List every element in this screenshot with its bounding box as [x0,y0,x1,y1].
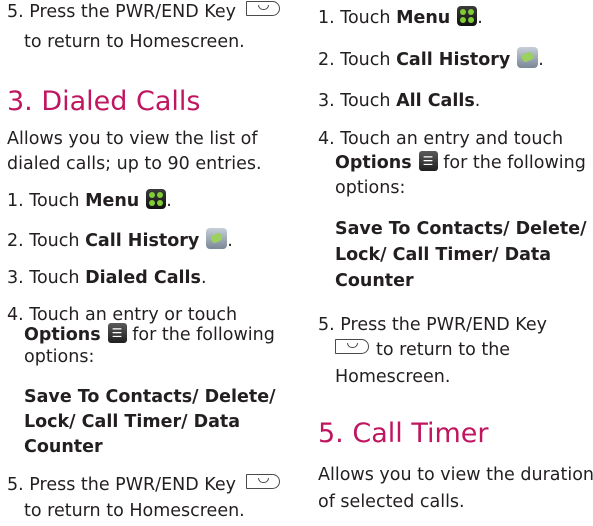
right-step2: 2. Touch Call History. [318,47,544,73]
power-end-key-icon [246,1,280,16]
left-options-line3: Counter [24,437,103,457]
right-step4-line3: options: [335,178,406,198]
manual-page: 5. Press the PWR/END Key to return to Ho… [0,0,593,526]
left-step2: 2. Touch Call History. [7,228,233,254]
right-step3: 3. Touch All Calls. [318,91,481,111]
options-icon [418,151,438,171]
right-step4-line1: 4. Touch an entry and touch [318,129,564,149]
call-timer-desc-1: Allows you to view the duration [318,465,593,485]
right-options-line2: Lock/ Call Timer/ Data [335,245,552,265]
call-history-icon [517,47,539,68]
menu-grid-icon [146,189,167,209]
dialed-calls-heading: 3. Dialed Calls [7,86,201,117]
right-step4-line2: Options for the following [318,151,586,176]
power-end-key-icon [246,474,280,489]
right-step5-line2: to return to the [318,338,510,363]
right-step5-line1: 5. Press the PWR/END Key [318,315,547,335]
power-end-key-icon [335,339,369,354]
options-icon [107,323,127,343]
left-step3: 3. Touch Dialed Calls. [7,268,207,288]
call-timer-desc-2: of selected calls. [318,492,465,512]
left-options-line2: Lock/ Call Timer/ Data [24,412,241,432]
left-step5-top: 5. Press the PWR/END Key [7,0,280,25]
right-options-line3: Counter [335,271,414,291]
left-step1: 1. Touch Menu. [7,189,172,211]
left-step5-top-cont: to return to Homescreen. [24,32,245,52]
left-options-line1: Save To Contacts/ Delete/ [24,387,276,407]
menu-grid-icon [457,6,478,26]
right-options-line1: Save To Contacts/ Delete/ [335,219,587,239]
call-timer-heading: 5. Call Timer [318,418,489,449]
dialed-calls-desc-1: Allows you to view the list of [7,129,258,149]
dialed-calls-desc-2: dialed calls; up to 90 entries. [7,154,262,174]
left-step4-line3: options: [24,347,95,367]
left-step5-bottom: 5. Press the PWR/END Key [7,473,280,498]
left-step5-bottom-cont: to return to Homescreen. [24,501,245,521]
right-step5-line3: Homescreen. [335,367,451,387]
call-history-icon [206,228,228,249]
right-step1: 1. Touch Menu. [318,6,483,28]
